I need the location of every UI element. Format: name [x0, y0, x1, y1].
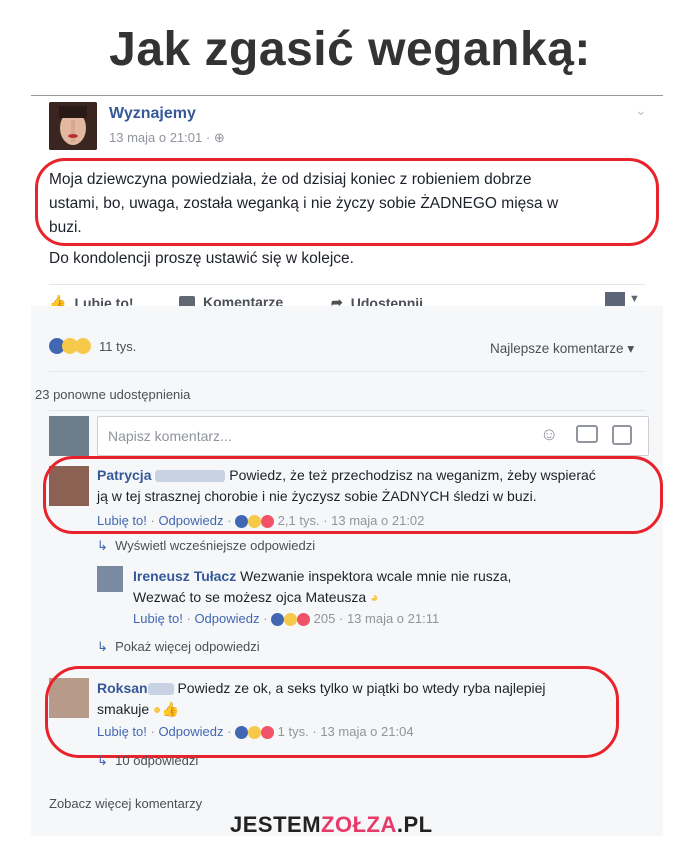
haha-reaction-icon [284, 613, 298, 627]
pacman-emoji-icon: ◕ [370, 589, 379, 605]
like-reaction-icon [271, 613, 285, 627]
current-user-avatar [49, 416, 89, 456]
globe-icon: ⊕ [213, 130, 225, 145]
facebook-post-card: Wyznajemy 13 maja o 21:01 · ⊕ ⌄ Moja dzi… [31, 95, 663, 836]
divider [49, 284, 645, 285]
replies-count-label: 10 odpowiedzi [115, 753, 199, 768]
page-avatar[interactable] [49, 102, 97, 150]
reply-reply-link[interactable]: Odpowiedz [194, 611, 259, 626]
reply-reaction-count[interactable]: 205 [314, 611, 336, 626]
post-text-secondary: Do kondolencji proszę ustawić się w kole… [49, 250, 354, 267]
watermark-logo: JESTEMZOŁZA.PL [230, 812, 433, 838]
camera-icon[interactable] [576, 425, 598, 443]
watermark-part: ZOŁZA [321, 812, 397, 837]
red-highlight [35, 158, 659, 246]
reactions-summary[interactable]: 11 tys. [49, 338, 136, 354]
comment-input[interactable]: Napisz komentarz... ☺ [97, 416, 649, 456]
reply-body: Ireneusz Tułacz Wezwanie inspektora wcal… [133, 566, 633, 608]
page-name[interactable]: Wyznajemy [109, 105, 196, 123]
reply-text-line: Wezwanie inspektora wcale mnie nie rusza… [240, 568, 512, 584]
sort-label: Najlepsze komentarze [490, 341, 624, 356]
reply-arrow-icon: ↳ [97, 639, 108, 654]
emoji-icon[interactable]: ☺ [540, 424, 558, 445]
divider [49, 371, 645, 372]
post-meta: 13 maja o 21:01 · ⊕ [109, 130, 225, 145]
red-highlight [45, 666, 619, 758]
reactions-count: 11 tys. [99, 338, 137, 354]
more-replies-label: Pokaż więcej odpowiedzi [115, 639, 260, 654]
sad-reaction-icon [75, 338, 91, 354]
caret-icon: ▾ [623, 341, 635, 356]
see-more-comments-link[interactable]: Zobacz więcej komentarzy [49, 796, 202, 811]
shares-link[interactable]: 23 ponowne udostępnienia [35, 387, 190, 402]
sticker-icon[interactable] [612, 425, 632, 445]
reply-avatar[interactable] [97, 566, 123, 592]
earlier-replies-link[interactable]: ↳ Wyświetl wcześniejsze odpowiedzi [97, 538, 315, 554]
watermark-part: .PL [396, 812, 433, 837]
reply-arrow-icon: ↳ [97, 538, 108, 553]
watermark-part: JESTEM [230, 812, 322, 837]
sort-comments-dropdown[interactable]: Najlepsze komentarze ▾ [490, 341, 634, 357]
reply-arrow-icon: ↳ [97, 753, 108, 768]
red-highlight [43, 456, 663, 534]
reply-text-line: Wezwać to se możesz ojca Mateusza [133, 589, 367, 605]
chevron-down-icon[interactable]: ⌄ [635, 102, 647, 119]
replies-count-link[interactable]: ↳ 10 odpowiedzi [97, 753, 198, 769]
more-replies-link[interactable]: ↳ Pokaż więcej odpowiedzi [97, 639, 260, 655]
love-reaction-icon [297, 613, 311, 627]
reply-like-link[interactable]: Lubię to! [133, 611, 183, 626]
reply-date[interactable]: 13 maja o 21:11 [347, 611, 439, 626]
comment-placeholder: Napisz komentarz... [108, 428, 232, 444]
reply-meta: Lubię to! · Odpowiedz · 205 · 13 maja o … [133, 611, 440, 627]
avatar-image [49, 102, 97, 150]
earlier-replies-label: Wyświetl wcześniejsze odpowiedzi [115, 538, 316, 553]
divider [49, 410, 645, 411]
reply-author[interactable]: Ireneusz Tułacz [133, 568, 236, 584]
headline: Jak zgasić weganką: [109, 23, 591, 76]
caret-down-icon[interactable]: ▼ [629, 293, 640, 305]
post-date[interactable]: 13 maja o 21:01 [109, 130, 202, 145]
